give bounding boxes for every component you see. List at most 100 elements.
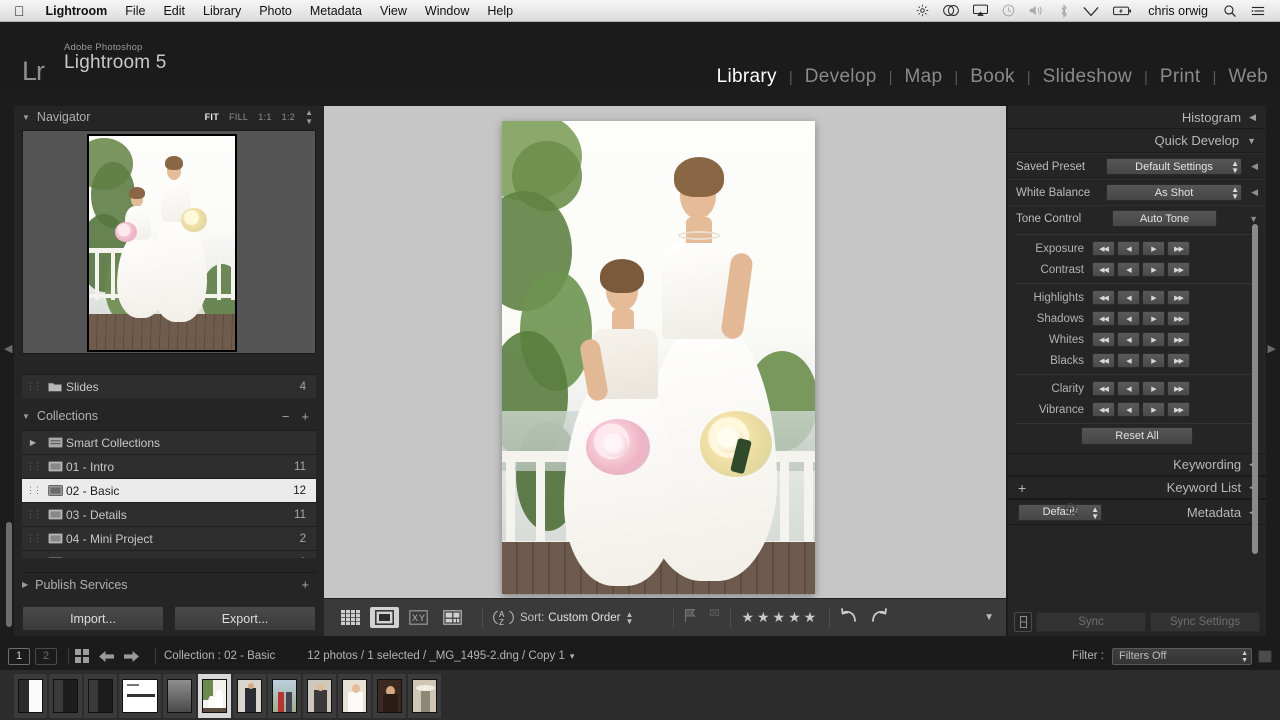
back-arrow-icon[interactable] bbox=[99, 650, 115, 663]
menu-metadata[interactable]: Metadata bbox=[301, 0, 371, 22]
flag-icon[interactable] bbox=[684, 608, 697, 628]
filmstrip-thumb-1[interactable] bbox=[49, 674, 82, 718]
module-map[interactable]: Map bbox=[892, 66, 954, 88]
expander-triangle-icon[interactable]: ▶ bbox=[22, 438, 44, 447]
sync-button[interactable]: Sync bbox=[1036, 612, 1146, 632]
zoom-1-1[interactable]: 1:1 bbox=[258, 112, 271, 122]
decrease-large-button[interactable]: ◀◀ bbox=[1092, 311, 1115, 326]
decrease-large-button[interactable]: ◀◀ bbox=[1092, 353, 1115, 368]
navigator-preview[interactable] bbox=[22, 130, 316, 354]
wifi-icon[interactable] bbox=[1076, 5, 1106, 17]
up-down-arrows-icon[interactable]: ▲ ▼ bbox=[1091, 505, 1099, 520]
menu-photo[interactable]: Photo bbox=[250, 0, 301, 22]
rotate-right-icon[interactable] bbox=[868, 607, 888, 629]
reject-flag-icon[interactable] bbox=[709, 608, 720, 628]
filmstrip-thumb-2[interactable] bbox=[84, 674, 117, 718]
auto-tone-button[interactable]: Auto Tone bbox=[1112, 210, 1217, 227]
forward-arrow-icon[interactable] bbox=[123, 650, 139, 663]
grid-view-button[interactable] bbox=[336, 607, 365, 628]
histogram-header[interactable]: Histogram ◀ bbox=[1008, 106, 1266, 129]
up-down-arrows-icon[interactable]: ▲ ▼ bbox=[1231, 160, 1239, 175]
decrease-button[interactable]: ◀ bbox=[1117, 353, 1140, 368]
toolbar-more-chevron-down-icon[interactable]: ▼ bbox=[984, 612, 994, 623]
filmstrip-thumb-3[interactable] bbox=[119, 674, 161, 718]
decrease-button[interactable]: ◀ bbox=[1117, 262, 1140, 277]
zoom-fill[interactable]: FILL bbox=[229, 112, 248, 122]
module-web[interactable]: Web bbox=[1216, 66, 1280, 88]
menu-window[interactable]: Window bbox=[416, 0, 478, 22]
menu-edit[interactable]: Edit bbox=[154, 0, 194, 22]
module-book[interactable]: Book bbox=[958, 66, 1027, 88]
increase-large-button[interactable]: ▶▶ bbox=[1167, 381, 1190, 396]
drag-handle-icon[interactable]: ⋮⋮ bbox=[22, 533, 44, 544]
increase-button[interactable]: ▶ bbox=[1142, 353, 1165, 368]
sort-order-stepper-icon[interactable]: ▲ ▼ bbox=[626, 610, 634, 625]
filmstrip-thumb-0[interactable] bbox=[14, 674, 47, 718]
screen-2-button[interactable]: 2 bbox=[35, 647, 57, 665]
collection-row-03-details[interactable]: ⋮⋮ 03 - Details 11 bbox=[22, 502, 316, 526]
module-slideshow[interactable]: Slideshow bbox=[1031, 66, 1144, 88]
decrease-button[interactable]: ◀ bbox=[1117, 402, 1140, 417]
survey-view-button[interactable] bbox=[438, 607, 467, 628]
zoom-fit[interactable]: FIT bbox=[205, 112, 219, 122]
increase-button[interactable]: ▶ bbox=[1142, 262, 1165, 277]
filmstrip-thumb-8[interactable] bbox=[303, 674, 336, 718]
quick-develop-header[interactable]: Quick Develop ▼ bbox=[1008, 129, 1266, 153]
decrease-large-button[interactable]: ◀◀ bbox=[1092, 241, 1115, 256]
increase-button[interactable]: ▶ bbox=[1142, 402, 1165, 417]
increase-large-button[interactable]: ▶▶ bbox=[1167, 241, 1190, 256]
decrease-large-button[interactable]: ◀◀ bbox=[1092, 381, 1115, 396]
increase-button[interactable]: ▶ bbox=[1142, 311, 1165, 326]
grid-squares-icon[interactable] bbox=[75, 649, 89, 663]
import-button[interactable]: Import... bbox=[22, 606, 164, 631]
up-down-arrows-icon[interactable]: ▲ ▼ bbox=[1231, 186, 1239, 201]
decrease-button[interactable]: ◀ bbox=[1117, 290, 1140, 305]
compare-view-button[interactable]: XY bbox=[404, 607, 433, 628]
filter-dropdown[interactable]: Filters Off ▲ ▼ bbox=[1112, 647, 1252, 665]
loupe-view-button[interactable] bbox=[370, 607, 399, 628]
keywording-header[interactable]: Keywording ◀ bbox=[1008, 453, 1266, 476]
increase-large-button[interactable]: ▶▶ bbox=[1167, 262, 1190, 277]
drag-handle-icon[interactable]: ⋮⋮ bbox=[22, 509, 44, 520]
metadata-preset-dropdown[interactable]: Default ▲ ▼ bbox=[1018, 503, 1102, 521]
loupe-view-area[interactable] bbox=[324, 106, 1080, 636]
filmstrip-thumb-10[interactable] bbox=[373, 674, 406, 718]
module-develop[interactable]: Develop bbox=[793, 66, 889, 88]
filmstrip-status-caret-icon[interactable]: ▾ bbox=[570, 651, 575, 662]
battery-icon[interactable] bbox=[1106, 5, 1140, 17]
reset-all-button[interactable]: Reset All bbox=[1081, 427, 1193, 445]
white-balance-expand-arrow[interactable]: ◀ bbox=[1242, 187, 1258, 198]
auto-sync-toggle-icon[interactable] bbox=[1014, 612, 1032, 632]
menu-library[interactable]: Library bbox=[194, 0, 250, 22]
left-panel-scrollbar[interactable] bbox=[6, 522, 12, 627]
bluetooth-icon[interactable] bbox=[1052, 3, 1076, 18]
plus-icon[interactable]: + bbox=[301, 577, 309, 592]
collections-disclosure-triangle[interactable]: ▼ bbox=[22, 412, 30, 421]
export-button[interactable]: Export... bbox=[174, 606, 316, 631]
module-library[interactable]: Library bbox=[705, 66, 789, 88]
filmstrip-thumb-6[interactable] bbox=[233, 674, 266, 718]
drag-handle-icon[interactable]: ⋮⋮ bbox=[22, 485, 44, 496]
plus-icon[interactable]: + bbox=[1018, 480, 1026, 496]
increase-button[interactable]: ▶ bbox=[1142, 332, 1165, 347]
brightness-icon[interactable] bbox=[909, 4, 936, 17]
airplay-icon[interactable] bbox=[966, 4, 995, 17]
search-icon[interactable] bbox=[1216, 4, 1244, 18]
time-machine-icon[interactable] bbox=[995, 4, 1022, 17]
creative-cloud-icon[interactable] bbox=[936, 4, 966, 17]
right-panel-scrollbar[interactable] bbox=[1252, 224, 1258, 554]
filmstrip-thumb-5[interactable] bbox=[198, 674, 231, 718]
menu-view[interactable]: View bbox=[371, 0, 416, 22]
white-balance-dropdown[interactable]: As Shot ▲ ▼ bbox=[1106, 184, 1242, 201]
module-print[interactable]: Print bbox=[1148, 66, 1213, 88]
saved-preset-dropdown[interactable]: Default Settings ▲ ▼ bbox=[1106, 158, 1242, 175]
menu-bar-username[interactable]: chris orwig bbox=[1140, 4, 1216, 18]
apple-logo-icon[interactable]:  bbox=[0, 4, 37, 18]
increase-large-button[interactable]: ▶▶ bbox=[1167, 311, 1190, 326]
collection-row-01-intro[interactable]: ⋮⋮ 01 - Intro 11 bbox=[22, 454, 316, 478]
navigator-header[interactable]: ▼ Navigator FIT FILL 1:1 1:2 ▲ ▼ bbox=[14, 106, 324, 128]
increase-large-button[interactable]: ▶▶ bbox=[1167, 353, 1190, 368]
drag-handle-icon[interactable]: ⋮⋮ bbox=[22, 461, 44, 472]
filmstrip-thumb-9[interactable] bbox=[338, 674, 371, 718]
increase-button[interactable]: ▶ bbox=[1142, 241, 1165, 256]
